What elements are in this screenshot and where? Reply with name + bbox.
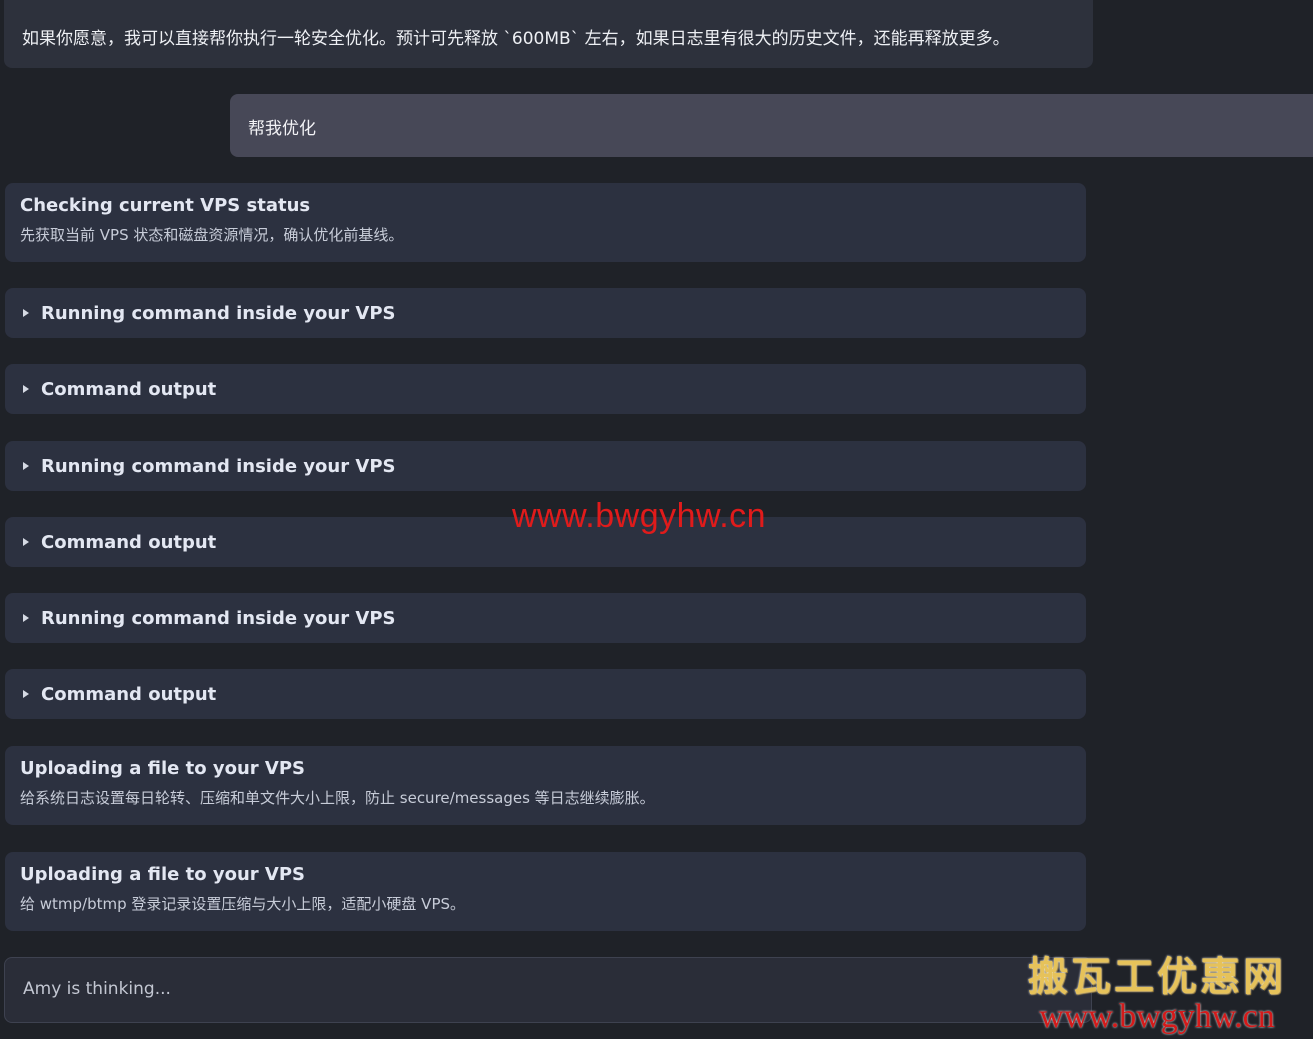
step-card-check-status: Checking current VPS status 先获取当前 VPS 状态… [5, 183, 1086, 262]
watermark-logo: 搬瓦工优惠网 www.bwgyhw.cn [1007, 944, 1307, 1036]
collapsible-label: Running command inside your VPS [41, 607, 396, 629]
step-description: 给 wtmp/btmp 登录记录设置压缩与大小上限，适配小硬盘 VPS。 [20, 895, 466, 913]
watermark-logo-text: 搬瓦工优惠网 [1028, 953, 1286, 1000]
thinking-status-text: Amy is thinking... [23, 979, 171, 999]
collapsible-label: Running command inside your VPS [41, 455, 396, 477]
collapsible-label: Running command inside your VPS [41, 302, 396, 324]
command-output-toggle[interactable]: Command output [5, 669, 1086, 719]
triangle-right-icon [23, 385, 29, 393]
step-title: Uploading a file to your VPS [20, 758, 305, 779]
command-output-toggle[interactable]: Command output [5, 364, 1086, 414]
chat-page: 如果你愿意，我可以直接帮你执行一轮安全优化。预计可先释放 `600MB` 左右，… [0, 0, 1313, 1039]
triangle-right-icon [23, 462, 29, 470]
step-card-upload-file: Uploading a file to your VPS 给 wtmp/btmp… [5, 852, 1086, 931]
triangle-right-icon [23, 690, 29, 698]
step-description: 给系统日志设置每日轮转、压缩和单文件大小上限，防止 secure/message… [20, 789, 655, 807]
collapsible-label: Command output [41, 378, 217, 400]
step-title: Checking current VPS status [20, 195, 311, 216]
running-command-toggle[interactable]: Running command inside your VPS [5, 593, 1086, 643]
thinking-status: Amy is thinking... [4, 957, 1092, 1023]
watermark-url: www.bwgyhw.cn [512, 497, 767, 535]
running-command-toggle[interactable]: Running command inside your VPS [5, 441, 1086, 491]
user-message-text: 帮我优化 [248, 119, 316, 139]
watermark-logo-url: www.bwgyhw.cn [1039, 998, 1275, 1035]
triangle-right-icon [23, 538, 29, 546]
collapsible-label: Command output [41, 531, 217, 553]
collapsible-label: Command output [41, 683, 217, 705]
step-description: 先获取当前 VPS 状态和磁盘资源情况，确认优化前基线。 [20, 226, 404, 244]
triangle-right-icon [23, 309, 29, 317]
assistant-message-text: 如果你愿意，我可以直接帮你执行一轮安全优化。预计可先释放 `600MB` 左右，… [22, 29, 1010, 49]
user-message: 帮我优化 [230, 94, 1313, 157]
triangle-right-icon [23, 614, 29, 622]
assistant-message: 如果你愿意，我可以直接帮你执行一轮安全优化。预计可先释放 `600MB` 左右，… [4, 0, 1093, 68]
step-title: Uploading a file to your VPS [20, 864, 305, 885]
running-command-toggle[interactable]: Running command inside your VPS [5, 288, 1086, 338]
step-card-upload-file: Uploading a file to your VPS 给系统日志设置每日轮转… [5, 746, 1086, 825]
